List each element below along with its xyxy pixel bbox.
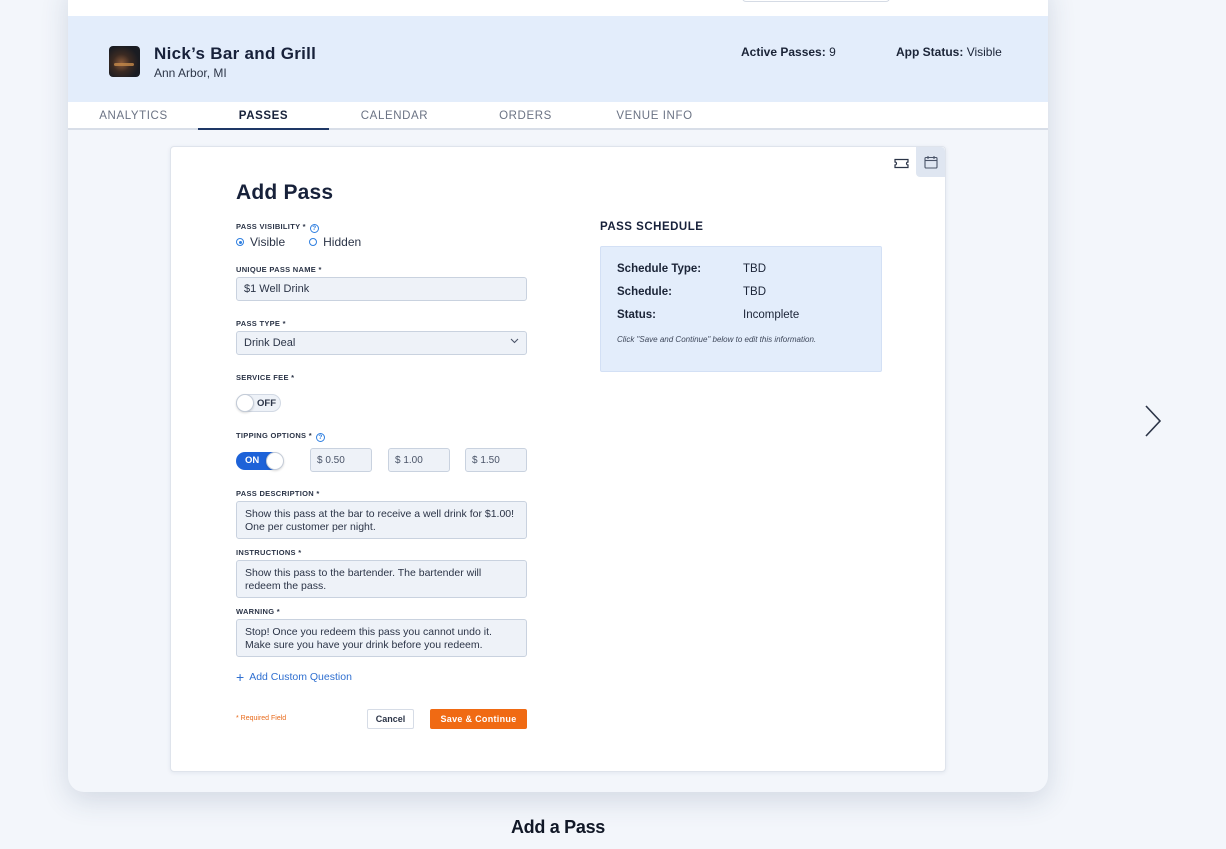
tab-calendar[interactable]: CALENDAR — [329, 110, 460, 122]
tip-option-3[interactable]: $ 1.50 — [465, 448, 527, 472]
tip-option-2[interactable]: $ 1.00 — [388, 448, 450, 472]
tab-passes[interactable]: PASSES — [198, 110, 329, 122]
app-status-stat: App Status: Visible — [896, 45, 1002, 59]
schedule-key: Schedule Type: — [617, 263, 702, 275]
toggle-knob — [266, 452, 284, 470]
venue-location: Ann Arbor, MI — [154, 66, 227, 80]
service-fee-state: OFF — [257, 398, 276, 409]
slide-caption: Add a Pass — [510, 817, 606, 837]
pass-type-select[interactable]: Drink Deal — [236, 331, 527, 355]
app-status-label: App Status: — [896, 45, 964, 59]
pass-name-input[interactable]: $1 Well Drink — [236, 277, 527, 301]
ticket-icon[interactable] — [887, 152, 915, 174]
visibility-hidden-radio[interactable]: Hidden — [309, 235, 361, 249]
search-field[interactable] — [742, 0, 890, 2]
tipping-options-label-text: TIPPING OPTIONS * — [236, 431, 312, 440]
page-title: Add Pass — [236, 181, 334, 204]
tipping-state: ON — [245, 455, 260, 466]
add-custom-question-link[interactable]: + Add Custom Question — [236, 669, 352, 685]
schedule-row: Schedule Type: TBD — [617, 263, 766, 275]
pass-schedule-title: PASS SCHEDULE — [600, 221, 704, 233]
add-custom-question-label: Add Custom Question — [249, 671, 352, 683]
tip-option-1[interactable]: $ 0.50 — [310, 448, 372, 472]
pass-name-label: UNIQUE PASS NAME * — [236, 265, 322, 274]
app-status-value: Visible — [966, 45, 1002, 59]
venue-tabs: ANALYTICS PASSES CALENDAR ORDERS VENUE I… — [68, 102, 1048, 130]
venue-header: Nick’s Bar and Grill Ann Arbor, MI Activ… — [68, 16, 1048, 102]
pass-description-label: PASS DESCRIPTION * — [236, 489, 320, 498]
active-passes-stat: Active Passes: 9 — [741, 45, 836, 59]
pass-type-value: Drink Deal — [244, 337, 296, 349]
visibility-visible-label: Visible — [250, 235, 286, 249]
save-continue-button[interactable]: Save & Continue — [430, 709, 527, 729]
visibility-radio-group: Visible Hidden — [236, 235, 361, 249]
service-fee-label: SERVICE FEE * — [236, 373, 295, 382]
schedule-value: Incomplete — [743, 309, 800, 321]
active-passes-label: Active Passes: — [741, 45, 826, 59]
calendar-icon[interactable] — [916, 147, 945, 177]
chevron-right-icon[interactable] — [1143, 404, 1163, 438]
instructions-label: INSTRUCTIONS * — [236, 548, 302, 557]
add-pass-card: Add Pass PASS VISIBILITY *? Visible Hidd… — [170, 146, 946, 772]
warning-label: WARNING * — [236, 607, 280, 616]
schedule-note: Click "Save and Continue" below to edit … — [617, 335, 817, 344]
app-window: Nick’s Bar and Grill Ann Arbor, MI Activ… — [68, 0, 1048, 792]
active-passes-value: 9 — [829, 45, 836, 59]
warning-input[interactable]: Stop! Once you redeem this pass you cann… — [236, 619, 527, 657]
service-fee-toggle[interactable]: OFF — [236, 394, 281, 412]
chevron-down-icon — [510, 336, 519, 347]
pass-visibility-label: PASS VISIBILITY *? — [236, 222, 319, 233]
required-field-note: * Required Field — [236, 715, 287, 722]
cancel-button[interactable]: Cancel — [367, 709, 414, 729]
toggle-knob — [236, 394, 254, 412]
pass-type-label: PASS TYPE * — [236, 319, 286, 328]
tab-orders[interactable]: ORDERS — [460, 110, 591, 122]
radio-unselected-icon — [309, 238, 318, 246]
help-icon[interactable]: ? — [315, 433, 325, 442]
schedule-key: Status: — [617, 309, 656, 321]
schedule-key: Schedule: — [617, 286, 672, 298]
tipping-options-label: TIPPING OPTIONS *? — [236, 431, 325, 442]
help-icon[interactable]: ? — [309, 224, 319, 233]
tab-analytics[interactable]: ANALYTICS — [68, 110, 199, 122]
radio-selected-icon — [236, 238, 244, 246]
schedule-value: TBD — [743, 263, 766, 275]
card-view-toggle — [885, 147, 945, 177]
schedule-value: TBD — [743, 286, 766, 298]
visibility-hidden-label: Hidden — [323, 235, 362, 249]
pass-description-input[interactable]: Show this pass at the bar to receive a w… — [236, 501, 527, 539]
pass-schedule-panel: Schedule Type: TBD Schedule: TBD Status: In… — [600, 246, 882, 372]
venue-logo — [109, 46, 140, 77]
schedule-row: Schedule: TBD — [617, 286, 766, 298]
tipping-toggle[interactable]: ON — [236, 452, 284, 470]
instructions-input[interactable]: Show this pass to the bartender. The bar… — [236, 560, 527, 598]
venue-name: Nick’s Bar and Grill — [154, 44, 317, 63]
pass-visibility-label-text: PASS VISIBILITY * — [236, 222, 306, 231]
active-tab-indicator — [198, 128, 329, 130]
visibility-visible-radio[interactable]: Visible — [236, 235, 285, 249]
plus-icon: + — [236, 669, 245, 685]
top-bar — [68, 0, 1048, 16]
schedule-row: Status: Incomplete — [617, 309, 799, 321]
tab-venue-info[interactable]: VENUE INFO — [589, 110, 720, 122]
